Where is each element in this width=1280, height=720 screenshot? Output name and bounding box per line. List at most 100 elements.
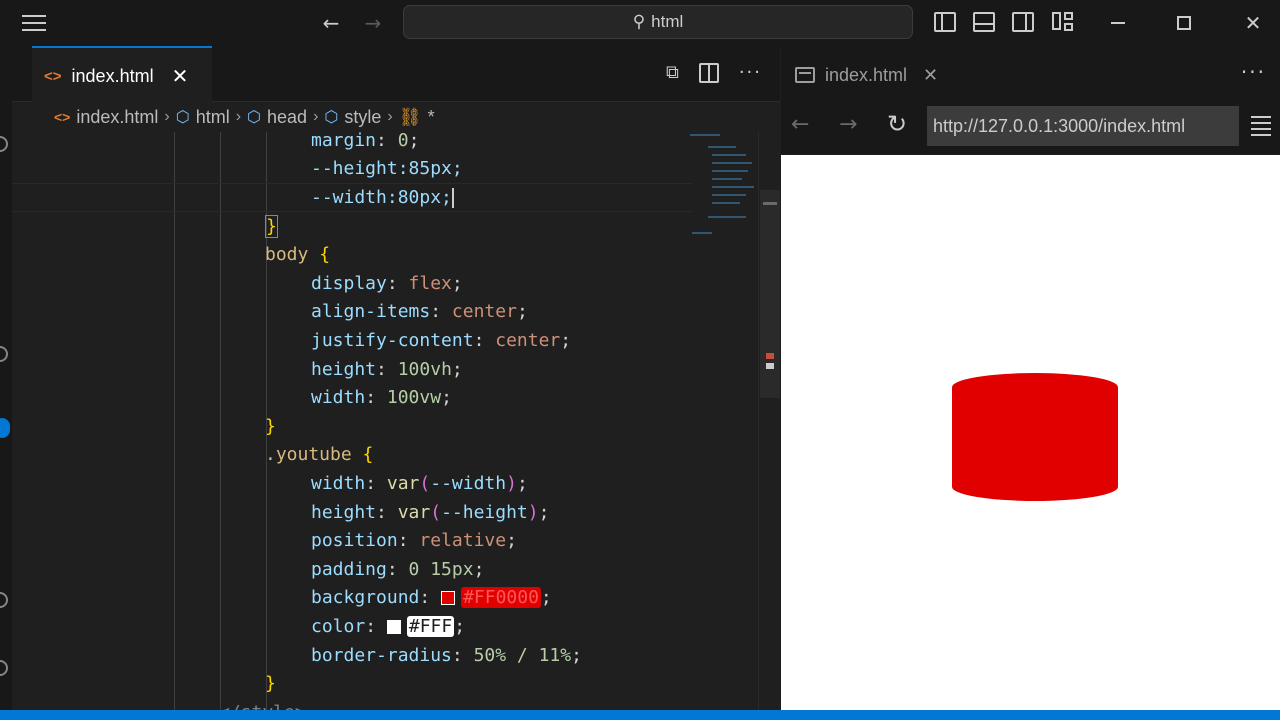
close-tab-icon[interactable]: ✕: [923, 65, 938, 86]
preview-viewport: [781, 155, 1280, 710]
code-line: 9 }: [12, 212, 692, 241]
element-icon: ⬡: [247, 109, 262, 126]
css-property: background: [311, 587, 420, 609]
css-property: display: [311, 272, 387, 294]
code-line: 22 background: #FF0000;: [311, 587, 552, 609]
tab-preview-index-html[interactable]: index.html ✕: [781, 46, 961, 104]
css-value: center: [451, 301, 517, 323]
close-window-icon[interactable]: ✕: [1238, 8, 1268, 38]
code-line: 19 height: var(--height);: [311, 501, 550, 523]
breadcrumb-item[interactable]: style: [344, 107, 381, 128]
css-value: 100vw: [386, 387, 442, 409]
selector-icon: ⛓: [398, 106, 422, 127]
customize-layout-icon[interactable]: [1052, 12, 1074, 32]
toggle-primary-sidebar-icon[interactable]: [934, 12, 956, 32]
breadcrumb-item[interactable]: *: [428, 107, 435, 128]
back-arrow-icon[interactable]: ←: [791, 112, 809, 137]
code-line: 20 position: relative;: [311, 530, 517, 552]
youtube-shape: [952, 373, 1118, 501]
back-arrow-icon[interactable]: ←: [316, 8, 346, 38]
code-line: 12 align-items: center;: [311, 301, 528, 323]
code-line: 14 height: 100vh;: [311, 358, 463, 380]
maximize-icon[interactable]: [1168, 8, 1200, 38]
breadcrumb: <> index.html › ⬡ html › ⬡ head › ⬡ styl…: [12, 102, 780, 132]
breadcrumb-item[interactable]: head: [267, 107, 307, 128]
more-actions-icon[interactable]: ···: [1241, 60, 1266, 84]
breadcrumb-item[interactable]: index.html: [76, 107, 158, 128]
forward-arrow-icon[interactable]: →: [358, 8, 388, 38]
color-swatch-white[interactable]: [386, 619, 401, 634]
css-property: width: [311, 387, 366, 409]
code-line: 13 justify-content: center;: [311, 329, 572, 351]
code-line: 16 }: [12, 412, 692, 441]
minimize-icon[interactable]: [1098, 8, 1138, 38]
chevron-right-icon: ›: [235, 108, 242, 125]
code-line: 17 .youtube {: [265, 444, 374, 466]
tab-index-html[interactable]: <> index.html ✕: [32, 46, 212, 104]
code-line: 24 border-radius: 50% / 11%;: [311, 644, 582, 666]
code-line: 25 }: [12, 669, 692, 698]
css-value: flex: [408, 272, 452, 294]
code-line: 26 </style>: [12, 698, 692, 710]
preview-toolbar: ← → ↻ http://127.0.0.1:3000/index.html: [781, 102, 1280, 154]
menu-icon[interactable]: [1251, 116, 1271, 140]
chevron-right-icon: ›: [164, 108, 170, 125]
chevron-right-icon: ›: [313, 108, 319, 125]
css-property: height: [311, 501, 377, 523]
css-property: justify-content: [311, 329, 474, 351]
activity-icon[interactable]: [0, 136, 8, 152]
html-file-icon: <>: [44, 67, 62, 85]
code-line-active: 8 --width:80px;: [12, 183, 692, 212]
status-bar: [0, 710, 1280, 720]
close-tab-icon[interactable]: ✕: [172, 64, 189, 89]
menu-icon[interactable]: [14, 8, 54, 38]
css-declaration: --height:85px;: [311, 158, 463, 180]
code-line: 10 body {: [265, 244, 331, 266]
css-value: 0: [397, 132, 409, 151]
code-line: 7 --height:85px;: [12, 155, 692, 184]
html-tag: </style>: [219, 702, 306, 710]
toggle-panel-icon[interactable]: [973, 12, 995, 32]
breadcrumb-item[interactable]: html: [196, 107, 230, 128]
css-declaration: --width:80px;: [311, 186, 452, 208]
css-value: center: [495, 329, 561, 351]
minimap[interactable]: [688, 132, 758, 252]
element-icon: ⬡: [175, 109, 190, 126]
split-editor-icon[interactable]: [698, 62, 719, 83]
css-value: relative: [419, 530, 507, 552]
css-variable: --width: [430, 472, 507, 494]
element-icon: ⬡: [324, 109, 339, 126]
command-center-search[interactable]: ⚲ html: [403, 5, 913, 39]
reload-icon[interactable]: ↻: [887, 110, 907, 138]
editor-tab-bar: <> index.html ✕ ⧉ ···: [12, 46, 780, 104]
open-preview-icon[interactable]: ⧉: [666, 62, 679, 83]
activity-icon[interactable]: [0, 346, 8, 362]
css-property: width: [311, 472, 366, 494]
scrollbar-marker: [766, 363, 774, 369]
preview-tab-bar: index.html ✕ ···: [781, 46, 1280, 104]
css-property: position: [311, 530, 398, 552]
css-value: 100vh: [397, 358, 452, 380]
text-cursor: [451, 187, 454, 208]
more-actions-icon[interactable]: ···: [739, 62, 762, 83]
forward-arrow-icon[interactable]: →: [839, 112, 857, 137]
color-swatch-red[interactable]: [441, 591, 456, 606]
scrollbar-marker: [766, 353, 774, 359]
editor-actions: ⧉ ···: [666, 62, 762, 83]
code-line: 11 display: flex;: [311, 272, 463, 294]
closing-brace: }: [265, 415, 276, 437]
browser-preview-icon: [795, 67, 815, 83]
url-bar[interactable]: http://127.0.0.1:3000/index.html: [927, 106, 1239, 146]
tab-label: index.html: [71, 65, 154, 86]
css-color-value: #FF0000: [461, 587, 541, 609]
settings-icon[interactable]: [0, 660, 8, 676]
css-property: margin: [311, 132, 377, 151]
css-property: align-items: [311, 301, 431, 323]
toggle-secondary-sidebar-icon[interactable]: [1012, 12, 1034, 32]
css-property: height: [311, 358, 377, 380]
code-editor[interactable]: 6 margin: 0; 7 --height:85px; 8 --width:…: [12, 132, 780, 710]
code-line: 21 padding: 0 15px;: [311, 558, 485, 580]
account-icon[interactable]: [0, 592, 8, 608]
scrollbar-cursor-marker: [763, 202, 777, 205]
preview-tab-label: index.html: [825, 64, 908, 85]
